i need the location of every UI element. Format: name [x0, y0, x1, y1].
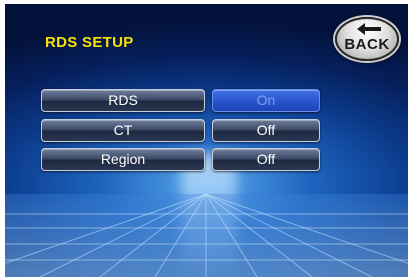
- page-title: RDS SETUP: [45, 34, 134, 51]
- ct-label-button[interactable]: CT: [41, 119, 205, 142]
- grid-floor-lines: [5, 194, 408, 277]
- rds-value-button[interactable]: On: [212, 89, 320, 112]
- region-label-button[interactable]: Region: [41, 148, 205, 171]
- back-button-label: BACK: [344, 36, 390, 53]
- ct-value-button[interactable]: Off: [212, 119, 320, 142]
- rds-label-button[interactable]: RDS: [41, 89, 205, 112]
- back-arrow-icon: [357, 23, 381, 35]
- region-value-button[interactable]: Off: [212, 148, 320, 171]
- background-grid-floor: [5, 194, 408, 277]
- back-button[interactable]: BACK: [335, 17, 399, 61]
- rds-setup-screen: RDS SETUP BACK RDS On CT Off Region Off: [5, 4, 408, 277]
